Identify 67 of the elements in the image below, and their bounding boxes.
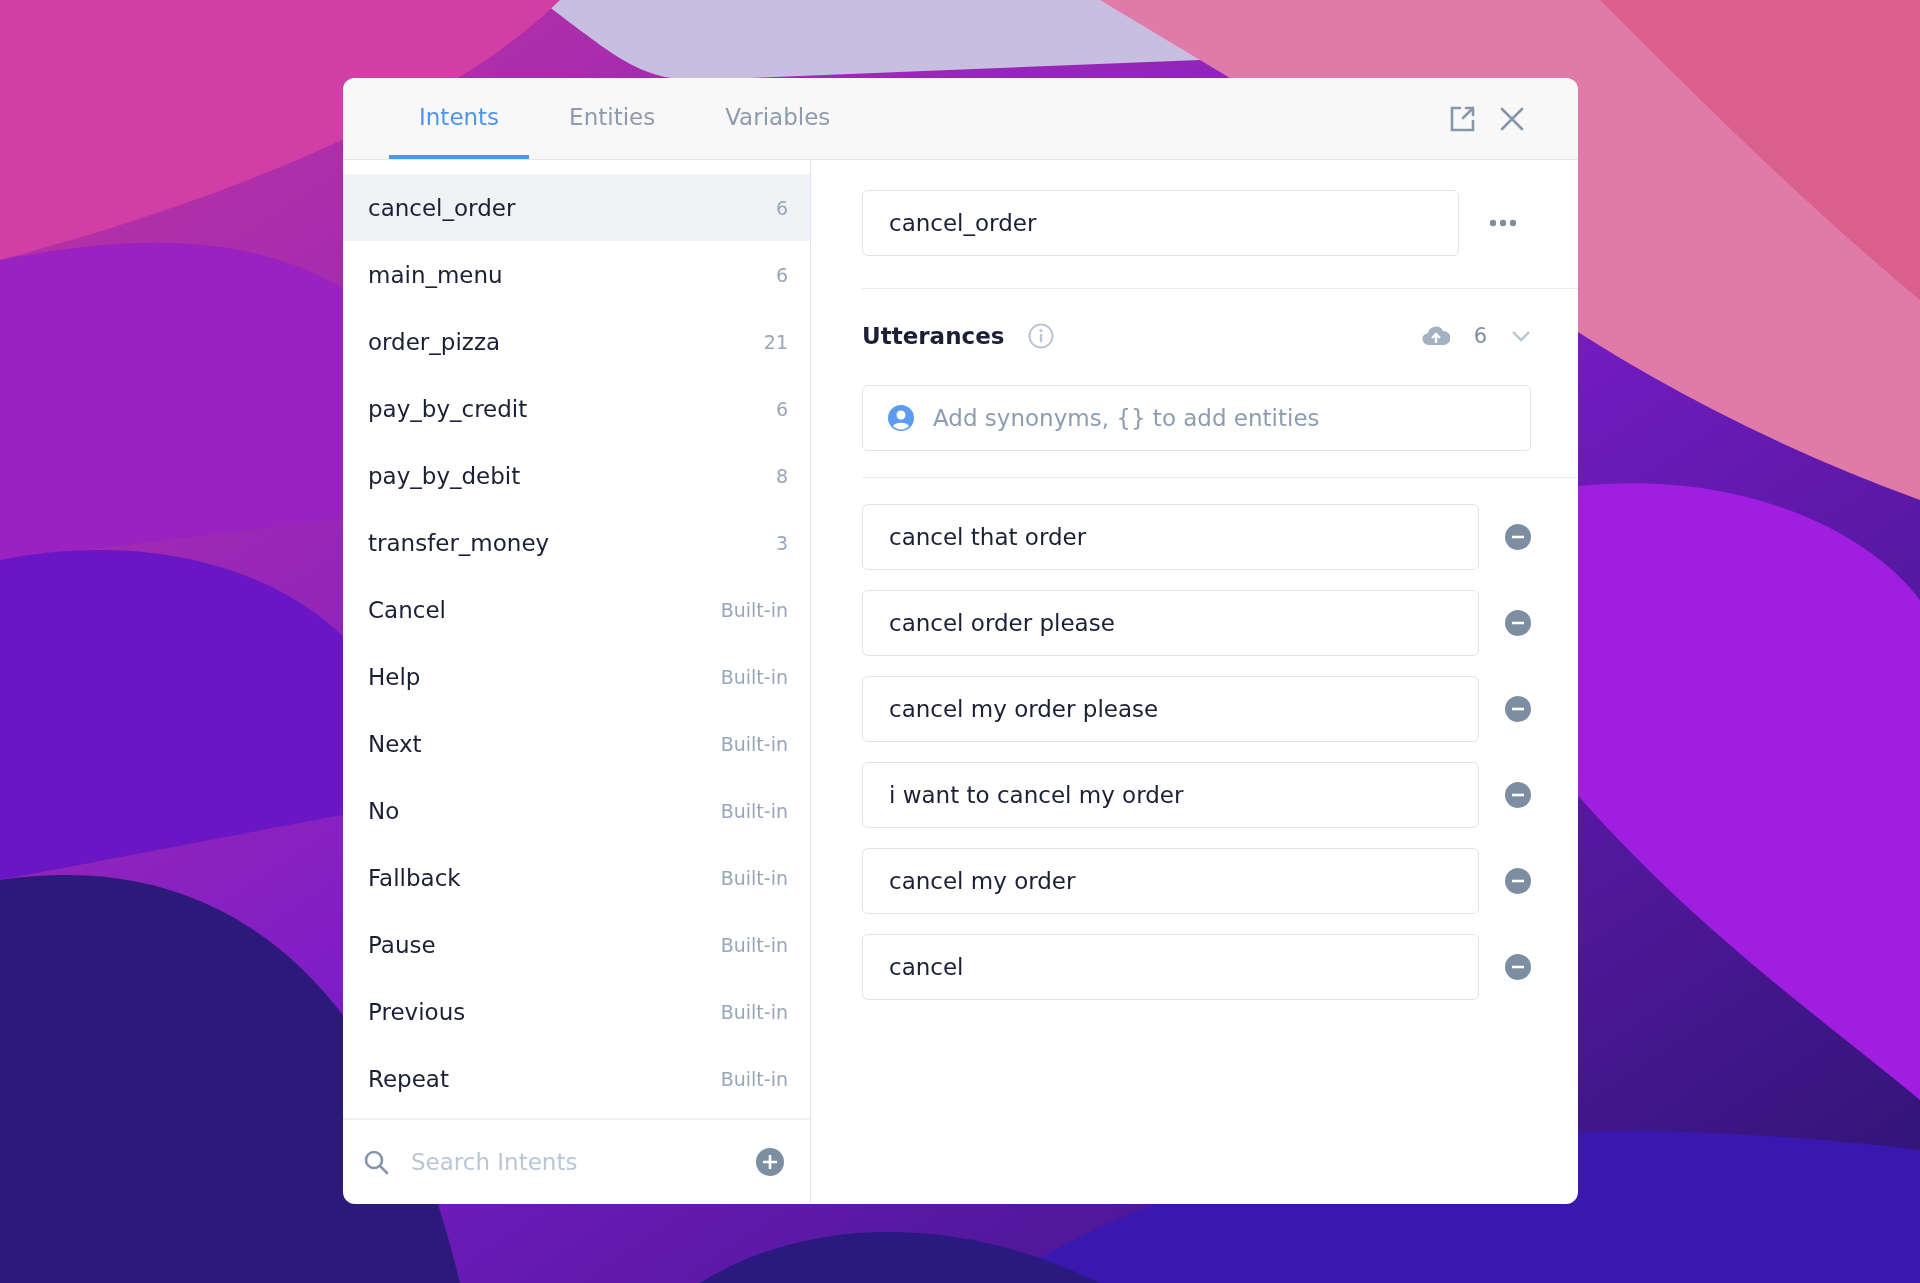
section-title: Utterances [862,323,1005,349]
intent-item[interactable]: cancel_order 6 [343,174,810,241]
intent-item[interactable]: Previous Built-in [343,978,810,1045]
intent-count: 6 [775,196,788,219]
utterance-field[interactable]: cancel [862,934,1479,1000]
intent-item[interactable]: pay_by_credit 6 [343,375,810,442]
intent-name-field[interactable]: cancel_order [862,190,1459,256]
intent-name: Pause [368,931,436,958]
intent-name: pay_by_credit [368,395,528,422]
intent-count: Built-in [720,732,788,755]
intent-count: 3 [775,531,788,554]
search-field[interactable]: Search Intents [409,1148,736,1176]
remove-icon[interactable] [1505,868,1531,894]
utterance-field[interactable]: i want to cancel my order [862,762,1479,828]
intent-name: Cancel [368,596,446,623]
external-link-icon[interactable] [1448,104,1476,133]
intent-count: Built-in [720,1067,788,1090]
add-icon[interactable] [756,1148,784,1176]
more-icon[interactable] [1489,219,1517,227]
utterance-field[interactable]: cancel order please [862,590,1479,656]
remove-icon[interactable] [1505,954,1531,980]
chevron-down-icon[interactable] [1511,330,1531,342]
utterance-count: 6 [1473,324,1487,348]
intent-item[interactable]: Fallback Built-in [343,844,810,911]
intent-name: Repeat [368,1065,449,1092]
intent-name: transfer_money [368,529,550,556]
intent-name: Previous [368,998,466,1025]
intent-item[interactable]: Cancel Built-in [343,576,810,643]
upload-cloud-icon[interactable] [1421,325,1450,347]
intent-count: 6 [775,263,788,286]
intent-count: Built-in [720,665,788,688]
intent-item[interactable]: Repeat Built-in [343,1045,810,1112]
intent-item[interactable]: Help Built-in [343,643,810,710]
intent-name: Next [368,730,422,757]
intent-item[interactable]: main_menu 6 [343,241,810,308]
intent-item[interactable]: order_pizza 21 [343,308,810,375]
intent-name: order_pizza [368,328,501,355]
intent-count: 6 [775,397,788,420]
search-icon [363,1149,389,1175]
intent-item[interactable]: Pause Built-in [343,911,810,978]
intent-count: Built-in [720,933,788,956]
intent-count: Built-in [720,799,788,822]
intent-name: cancel_order [368,194,516,221]
intent-count: Built-in [720,866,788,889]
intent-name: Fallback [368,864,461,891]
remove-icon[interactable] [1505,524,1531,550]
intent-name: No [368,797,400,824]
user-icon [888,405,914,431]
intent-count: Built-in [720,598,788,621]
intent-item[interactable]: No Built-in [343,777,810,844]
remove-icon[interactable] [1505,696,1531,722]
utterance-field[interactable]: cancel my order please [862,676,1479,742]
utterance-input[interactable]: Add synonyms, {} to add entities [862,385,1531,451]
intent-count: 21 [763,330,788,353]
intent-count: 8 [775,464,788,487]
utterance-field[interactable]: cancel my order [862,848,1479,914]
remove-icon[interactable] [1505,782,1531,808]
intent-item[interactable]: Next Built-in [343,710,810,777]
intent-name: main_menu [368,261,503,288]
intent-item[interactable]: transfer_money 3 [343,509,810,576]
remove-icon[interactable] [1505,610,1531,636]
info-icon[interactable] [1028,323,1055,349]
intent-item[interactable]: pay_by_debit 8 [343,442,810,509]
intent-name: pay_by_debit [368,462,521,489]
utterance-field[interactable]: cancel that order [862,504,1479,570]
intent-name: Help [368,663,421,690]
intent-count: Built-in [720,1000,788,1023]
